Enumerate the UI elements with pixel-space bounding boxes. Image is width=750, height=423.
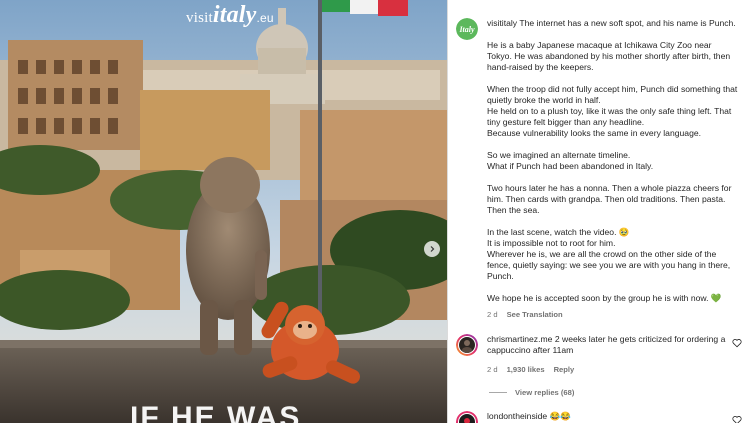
caption-text-2: He is a baby Japanese macaque at Ichikaw… <box>487 40 731 72</box>
post-media[interactable]: visititaly.eu IF HE WAS <box>0 0 447 423</box>
caption-text-3: When the troop did not fully accept him,… <box>487 84 738 105</box>
avatar-londontheinside[interactable] <box>456 411 478 423</box>
comment-username[interactable]: chrismartinez.me <box>487 334 552 344</box>
brand-suffix: .eu <box>256 11 274 25</box>
comment-meta: 2 d 1,930 likes Reply <box>487 364 738 375</box>
caption-text-1: The internet has a new soft spot, and hi… <box>519 18 736 28</box>
comment-time: 2 d <box>487 365 498 374</box>
media-overlay-text: IF HE WAS <box>130 401 302 423</box>
caption-body: visititaly The internet has a new soft s… <box>487 18 738 320</box>
heart-icon[interactable] <box>732 338 742 348</box>
comment-username[interactable]: londontheinside <box>487 411 547 421</box>
carousel-next-button[interactable] <box>424 241 440 257</box>
caption-text-7: What if Punch had been abandoned in Ital… <box>487 161 654 171</box>
caption-text-5: Because vulnerability looks the same in … <box>487 128 702 138</box>
post-caption: Italy visititaly The internet has a new … <box>456 18 738 320</box>
view-replies-button[interactable]: View replies (68) <box>489 388 738 397</box>
comment-text: 😂😂 <box>549 411 572 421</box>
comment-body: londontheinside 😂😂 <box>487 411 738 423</box>
brand-prefix: visit <box>186 10 213 26</box>
caption-time: 2 d <box>487 310 498 319</box>
avatar-chrismartinez[interactable] <box>456 334 478 356</box>
brand-word: italy <box>212 2 257 28</box>
svg-text:Italy: Italy <box>458 25 475 34</box>
caption-meta: 2 d See Translation <box>487 309 738 320</box>
brand-logo: visititaly.eu <box>186 2 274 29</box>
caption-text-11: Wherever he is, we are all the crowd on … <box>487 249 731 281</box>
caption-username[interactable]: visititaly <box>487 18 517 28</box>
replies-line <box>489 392 507 393</box>
avatar-visititaly[interactable]: Italy <box>456 18 478 40</box>
visititaly-logo-icon: Italy <box>456 18 478 40</box>
caption-text-9: In the last scene, watch the video. 🥹 <box>487 227 630 237</box>
view-replies-label: View replies (68) <box>515 388 575 397</box>
rome-monkey-image <box>0 0 447 423</box>
chevron-right-icon <box>430 246 435 252</box>
instagram-post-view: visititaly.eu IF HE WAS Italy visititaly… <box>0 0 750 423</box>
caption-text-10: It is impossible not to root for him. <box>487 238 616 248</box>
caption-text-12: We hope he is accepted soon by the group… <box>487 293 722 303</box>
see-translation-button[interactable]: See Translation <box>507 309 563 320</box>
user-avatar-icon <box>456 334 478 356</box>
caption-text-6: So we imagined an alternate timeline. <box>487 150 631 160</box>
comment-body: chrismartinez.me 2 weeks later he gets c… <box>487 334 738 375</box>
user-avatar-icon <box>456 411 478 423</box>
comment-item: chrismartinez.me 2 weeks later he gets c… <box>456 334 742 375</box>
heart-icon[interactable] <box>732 415 742 423</box>
comments-panel: Italy visititaly The internet has a new … <box>448 0 750 423</box>
comment-item: londontheinside 😂😂 <box>456 411 742 423</box>
comment-likes[interactable]: 1,930 likes <box>507 364 545 375</box>
caption-text-8: Two hours later he has a nonna. Then a w… <box>487 183 732 215</box>
reply-button[interactable]: Reply <box>554 364 575 375</box>
caption-text-4: He held on to a plush toy, like it was t… <box>487 106 732 127</box>
